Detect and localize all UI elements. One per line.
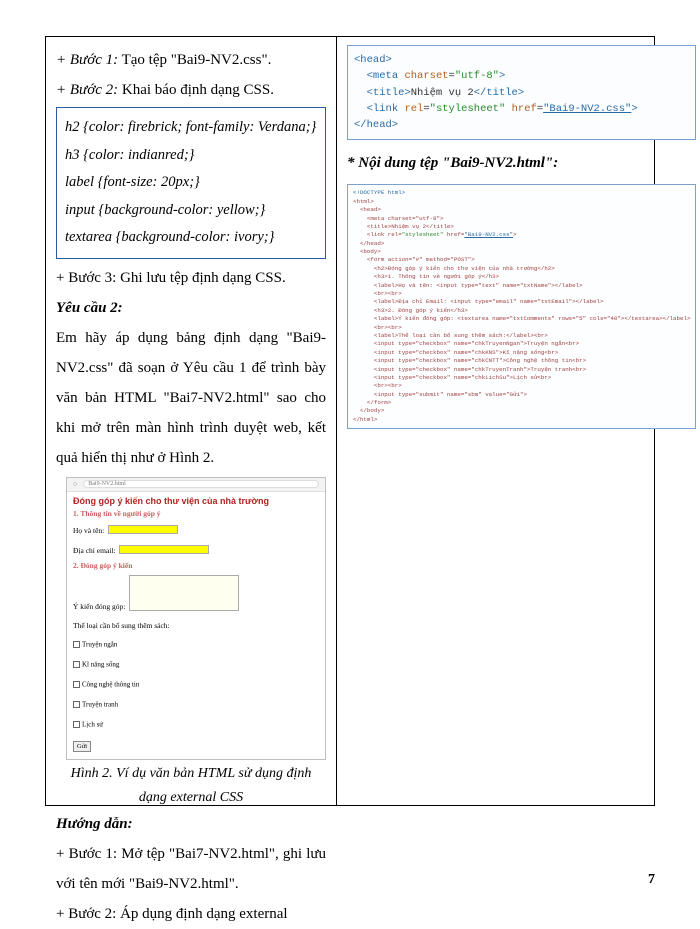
mc-l7: </head> — [353, 240, 384, 247]
mc-l8: <body> — [353, 248, 381, 255]
submit-btn: Gửi — [73, 741, 91, 752]
step-1-text: + Bước 1: Tạo tệp "Bai9-NV2.css". — [56, 45, 326, 75]
opt-label-2: Công nghệ thông tin — [82, 680, 139, 688]
lbl-comment: Ý kiến đóng góp: — [73, 602, 125, 611]
section-title: * Nội dung tệp "Bai9-NV2.html": — [347, 148, 696, 178]
mc-l1: <!DOCTYPE html> — [353, 189, 405, 196]
opt-4: Lịch sử — [73, 715, 319, 733]
step-2-text: + Bước 2: Khai báo định dạng CSS. — [56, 75, 326, 105]
css-code-box: h2 {color: firebrick; font-family: Verda… — [56, 107, 326, 259]
mc-l28: </html> — [353, 416, 377, 423]
mc-l27: </body> — [353, 407, 384, 414]
address-bar: Bai9-NV2.html — [83, 480, 319, 488]
code-line-head-close: </head> — [354, 117, 689, 133]
yc2-body: Em hãy áp dụng bảng định dạng "Bai9-NV2.… — [56, 323, 326, 473]
opt-3: Truyện tranh — [73, 695, 319, 713]
right-column: <head> <meta charset="utf-8"> <title>Nhi… — [337, 37, 700, 805]
mc-l15: <h3>2. Đóng góp ý kiến</h3> — [353, 307, 468, 314]
lbl-email: Địa chỉ email: — [73, 546, 115, 555]
yc2-title: Yêu cầu 2: — [56, 293, 326, 323]
mc-l6: <link rel="stylesheet" href="Bai9-NV2.cs… — [353, 231, 517, 238]
step2-body: Khai báo định dạng CSS. — [122, 82, 274, 98]
mc-l14: <label>Địa chỉ Email: <input type="email… — [353, 298, 603, 305]
input-email — [119, 545, 209, 554]
row-books: Thể loại cần bổ sung thêm sách: — [73, 615, 319, 633]
mc-l25: <input type="submit" name="sbm" value="G… — [353, 391, 527, 398]
preview-h3b: 2. Đóng góp ý kiến — [73, 561, 319, 570]
preview-h2: Đóng góp ý kiến cho thư viện của nhà trư… — [73, 496, 319, 506]
css-line-2: h3 {color: indianred;} — [65, 142, 317, 170]
code-line-link: <link rel="stylesheet" href="Bai9-NV2.cs… — [354, 101, 689, 117]
row-name: Họ và tên: — [73, 520, 319, 538]
input-name — [108, 525, 178, 534]
checkbox-icon — [73, 661, 80, 668]
mc-l21: <input type="checkbox" name="chkCNTT">Cô… — [353, 357, 586, 364]
mc-l4: <meta charset="utf-8"> — [353, 215, 443, 222]
figure-caption: Hình 2. Ví dụ văn bản HTML sử dụng định … — [56, 762, 326, 810]
opt-2: Công nghệ thông tin — [73, 675, 319, 693]
css-line-3: label {font-size: 20px;} — [65, 169, 317, 197]
mc-l22: <input type="checkbox" name="chkTruyenTr… — [353, 366, 586, 373]
opt-label-4: Lịch sử — [82, 720, 103, 728]
checkbox-icon — [73, 721, 80, 728]
checkbox-icon — [73, 701, 80, 708]
mc-l23: <input type="checkbox" name="chkLichSu">… — [353, 374, 551, 381]
left-column: + Bước 1: Tạo tệp "Bai9-NV2.css". + Bước… — [46, 37, 337, 805]
step-3-text: + Bước 3: Ghi lưu tệp định dạng CSS. — [56, 263, 326, 293]
code-line-head-open: <head> — [354, 52, 689, 68]
row-email: Địa chỉ email: — [73, 540, 319, 558]
hd-step2: + Bước 2: Áp dụng định dạng external — [56, 899, 326, 929]
browser-toolbar: ○ Bai9-NV2.html — [67, 478, 325, 492]
lbl-name: Họ và tên: — [73, 526, 104, 535]
css-line-1: h2 {color: firebrick; font-family: Verda… — [65, 114, 317, 142]
browser-preview: ○ Bai9-NV2.html Đóng góp ý kiến cho thư … — [66, 477, 326, 760]
mc-l17: <br><br> — [353, 324, 402, 331]
mc-l11: <h3>1. Thông tin về người góp ý</h3> — [353, 273, 499, 280]
browser-viewport: Đóng góp ý kiến cho thư viện của nhà trư… — [67, 492, 325, 759]
code-line-meta: <meta charset="utf-8"> — [354, 68, 689, 84]
preview-h3a: 1. Thông tin về người góp ý — [73, 509, 319, 518]
code-line-title: <title>Nhiệm vụ 2</title> — [354, 85, 689, 101]
opt-label-0: Truyện ngắn — [82, 640, 117, 648]
head-code-box: <head> <meta charset="utf-8"> <title>Nhi… — [347, 45, 696, 140]
checkbox-icon — [73, 681, 80, 688]
opt-1: Kĩ năng sống — [73, 655, 319, 673]
opt-0: Truyện ngắn — [73, 635, 319, 653]
opt-label-1: Kĩ năng sống — [82, 660, 119, 668]
css-line-5: textarea {background-color: ivory;} — [65, 224, 317, 252]
checkbox-icon — [73, 641, 80, 648]
opt-label-3: Truyện tranh — [82, 700, 118, 708]
mc-l5: <title>Nhiệm vụ 2</title> — [353, 223, 454, 230]
mc-l19: <input type="checkbox" name="chkTruyenNg… — [353, 340, 579, 347]
page: + Bước 1: Tạo tệp "Bai9-NV2.css". + Bước… — [0, 0, 700, 906]
row-comment: Ý kiến đóng góp: — [73, 572, 319, 611]
hd-title: Hướng dẫn: — [56, 809, 326, 839]
mc-l24: <br><br> — [353, 382, 402, 389]
mc-l2: <html> — [353, 198, 374, 205]
mc-l3: <head> — [353, 206, 381, 213]
content-table: + Bước 1: Tạo tệp "Bai9-NV2.css". + Bước… — [45, 36, 655, 806]
mc-l12: <label>Họ và tên: <input type="text" nam… — [353, 282, 583, 289]
lbl-books: Thể loại cần bổ sung thêm sách: — [73, 621, 170, 630]
mc-l16: <label>Ý kiến đóng góp: <textarea name="… — [353, 315, 690, 322]
css-line-4: input {background-color: yellow;} — [65, 197, 317, 225]
mc-l10: <h2>Đóng góp ý kiến cho thư viện của nhà… — [353, 265, 555, 272]
textarea-comment — [129, 575, 239, 611]
full-html-code-box: <!DOCTYPE html> <html> <head> <meta char… — [347, 184, 696, 429]
mc-l9: <form action="#" method="POST"> — [353, 256, 475, 263]
mc-l20: <input type="checkbox" name="chkKNS">Kĩ … — [353, 349, 558, 356]
mc-l26: </form> — [353, 399, 391, 406]
tab-icon: ○ — [73, 480, 77, 488]
mc-l18: <label>Thể loại cần bổ sung thêm sách:</… — [353, 332, 548, 339]
url-text: Bai9-NV2.html — [88, 481, 126, 487]
page-number: 7 — [648, 872, 655, 888]
mc-l13: <br><br> — [353, 290, 402, 297]
hd-step1: + Bước 1: Mở tệp "Bai7-NV2.html", ghi lư… — [56, 839, 326, 899]
